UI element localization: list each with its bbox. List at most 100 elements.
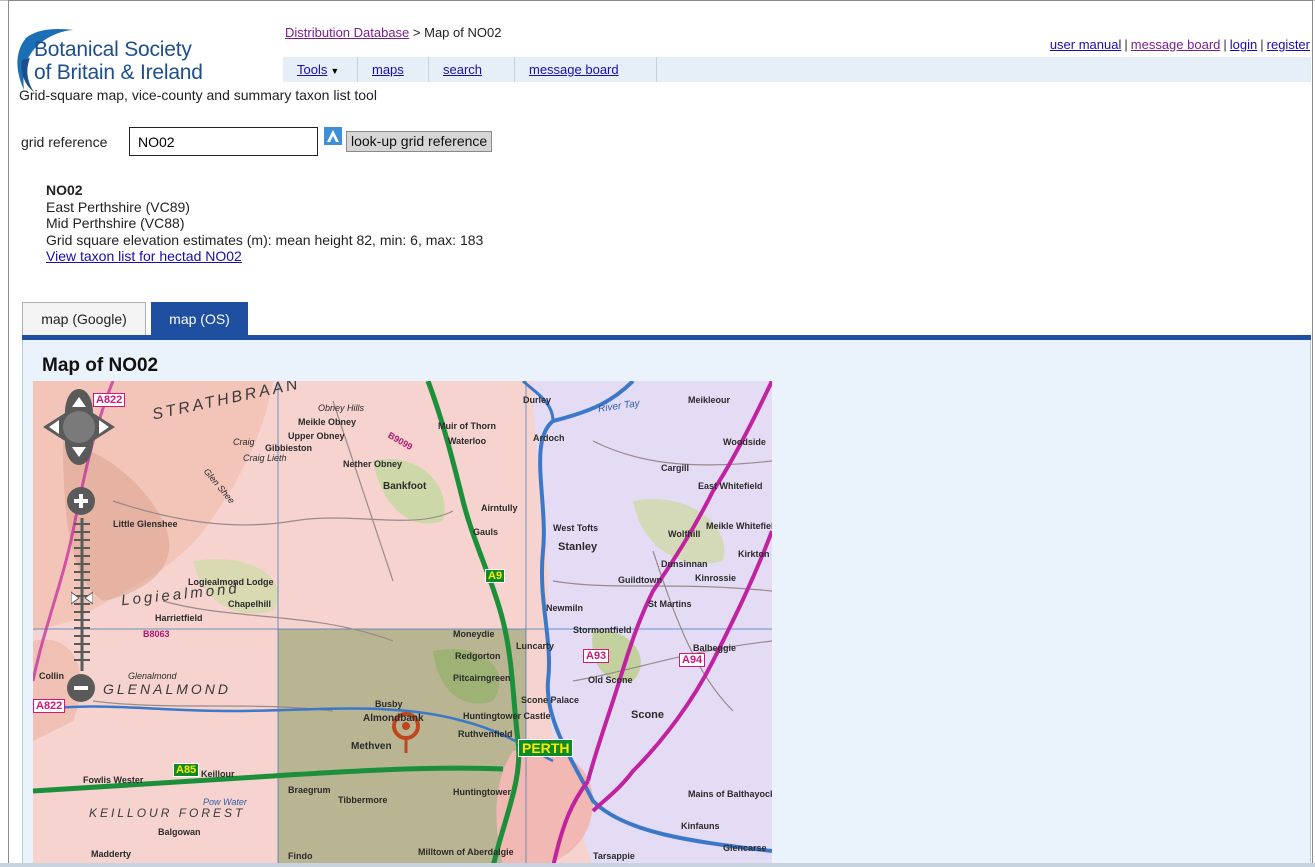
place-gauls: Gauls: [473, 527, 499, 537]
place-guildtown: Guildtown: [618, 575, 662, 585]
place-scone: Scone: [631, 709, 665, 721]
place-busby: Busby: [375, 699, 403, 709]
breadcrumb-current: > Map of NO02: [409, 25, 502, 40]
place-nether-obney: Nether Obney: [343, 459, 403, 469]
os-map[interactable]: STRATHBRAAN Logiealmond KEILLOUR FOREST …: [33, 381, 772, 867]
place-huntingtower: Huntingtower: [453, 787, 511, 797]
grid-reference-label: grid reference: [21, 134, 108, 150]
place-balgowan: Balgowan: [158, 827, 201, 837]
vice-county-1: East Perthshire (VC89): [46, 198, 190, 215]
place-cargill: Cargill: [661, 463, 690, 473]
vice-county-2: Mid Perthshire (VC88): [46, 215, 185, 231]
place-logiealmond-lodge: Logiealmond Lodge: [188, 577, 274, 587]
map-lookup-icon[interactable]: [324, 127, 342, 145]
menu-search-label[interactable]: search: [443, 62, 482, 77]
login-link[interactable]: login: [1230, 37, 1257, 52]
lookup-grid-reference-button[interactable]: look-up grid reference: [346, 131, 493, 152]
place-little-glenshee: Little Glenshee: [113, 519, 178, 529]
place-tarsappie: Tarsappie: [593, 851, 635, 861]
zoom-in-icon[interactable]: [66, 486, 96, 516]
place-scone-palace: Scone Palace: [521, 695, 580, 705]
zoom-out-icon[interactable]: [66, 673, 96, 703]
place-madderty: Madderty: [91, 849, 132, 859]
place-old-scone: Old Scone: [588, 675, 633, 685]
place-glenalmond: Glenalmond: [128, 671, 177, 681]
place-waterloo: Waterloo: [448, 436, 487, 446]
place-meikle-obney: Meikle Obney: [298, 417, 357, 427]
register-link[interactable]: register: [1267, 37, 1310, 52]
menu-tools[interactable]: Tools ▼: [283, 57, 358, 82]
place-meikleour: Meikleour: [688, 395, 731, 405]
place-durley: Durley: [523, 395, 552, 405]
place-moneydie: Moneydie: [453, 629, 495, 639]
place-mains-of-balthayock: Mains of Balthayock: [688, 789, 772, 799]
pan-control-icon[interactable]: [41, 389, 117, 465]
tab-map-google[interactable]: map (Google): [22, 302, 146, 335]
zoom-slider[interactable]: [71, 518, 93, 671]
place-east-whitefield: East Whitefield: [698, 481, 763, 491]
menu-bar: Tools ▼ maps search message board: [283, 57, 1311, 82]
place-st-martins: St Martins: [648, 599, 692, 609]
place-ruthvenfield: Ruthvenfield: [458, 729, 513, 739]
place-muir-of-thorn: Muir of Thorn: [438, 421, 496, 431]
top-links: user manual | message board | login | register: [1049, 37, 1310, 52]
place-newmiln: Newmiln: [546, 603, 584, 613]
menu-message-board-label[interactable]: message board: [529, 62, 619, 77]
place-almondbank: Almondbank: [363, 713, 424, 724]
place-woodside: Woodside: [723, 437, 766, 447]
area-label-keillour-forest: KEILLOUR FOREST: [89, 806, 246, 820]
menu-maps[interactable]: maps: [358, 57, 429, 82]
place-milltown-of-aberdalgie: Milltown of Aberdalgie: [418, 847, 514, 857]
road-a85: A85: [173, 763, 200, 777]
message-board-link[interactable]: message board: [1131, 37, 1221, 52]
view-taxon-list-link[interactable]: View taxon list for hectad NO02: [46, 248, 242, 264]
place-bankfoot: Bankfoot: [383, 481, 427, 492]
city-perth: PERTH: [518, 739, 574, 757]
place-craig: Craig: [233, 437, 255, 447]
user-manual-link[interactable]: user manual: [1050, 37, 1122, 52]
road-a94: A94: [679, 653, 706, 667]
place-gibbieston: Gibbieston: [265, 443, 312, 453]
place-keillour: Keillour: [201, 769, 235, 779]
place-pow-water: Pow Water: [203, 797, 247, 807]
page-tagline: Grid-square map, vice-county and summary…: [19, 87, 377, 103]
place-wolfhill: Wolfhill: [668, 529, 701, 539]
chevron-down-icon: ▼: [330, 66, 340, 76]
menu-tools-label[interactable]: Tools: [297, 62, 327, 77]
place-findo: Findo: [288, 851, 313, 861]
place-meikle-whitefield: Meikle Whitefield: [706, 521, 772, 531]
place-luncarty: Luncarty: [516, 641, 555, 651]
road-a822-south: A822: [33, 699, 66, 713]
place-redgorton: Redgorton: [455, 651, 501, 661]
place-obney-hills: Obney Hills: [318, 403, 365, 413]
road-a9: A9: [485, 569, 506, 583]
menu-maps-label[interactable]: maps: [372, 62, 404, 77]
menu-search[interactable]: search: [429, 57, 515, 82]
breadcrumb-distribution-database-link[interactable]: Distribution Database: [285, 25, 409, 40]
tab-map-os[interactable]: map (OS): [151, 302, 248, 335]
breadcrumb: Distribution Database > Map of NO02: [285, 25, 501, 40]
grid-reference-input[interactable]: [129, 127, 318, 156]
place-methven: Methven: [351, 741, 392, 752]
place-west-tofts: West Tofts: [553, 523, 599, 533]
place-upper-obney: Upper Obney: [288, 431, 345, 441]
place-tibbermore: Tibbermore: [338, 795, 388, 805]
logo-line-2: of Britain & Ireland: [34, 61, 203, 84]
place-kinrossie: Kinrossie: [695, 573, 737, 583]
place-collin: Collin: [39, 671, 64, 681]
place-fowlis-wester: Fowlis Wester: [83, 775, 144, 785]
place-balbeggie: Balbeggie: [693, 643, 737, 653]
place-stormontfield: Stormontfield: [573, 625, 632, 635]
map-title: Map of NO02: [42, 355, 159, 376]
place-pitcairngreen: Pitcairngreen: [453, 673, 511, 683]
menu-message-board[interactable]: message board: [515, 57, 657, 82]
place-kirkton-of-collace: Kirkton of Collace: [738, 549, 772, 559]
area-label-glenalmond: GLENALMOND: [103, 681, 232, 697]
place-airntully: Airntully: [481, 503, 518, 513]
place-glencarse: Glencarse: [723, 843, 767, 853]
place-dunsinnan: Dunsinnan: [661, 559, 708, 569]
grid-square-info: NO02 East Perthshire (VC89) Mid Perthshi…: [46, 182, 483, 265]
place-craig-lieth: Craig Lieth: [243, 453, 287, 463]
place-harrietfield: Harrietfield: [155, 613, 203, 623]
place-huntingtower-castle: Huntingtower Castle: [463, 711, 551, 721]
